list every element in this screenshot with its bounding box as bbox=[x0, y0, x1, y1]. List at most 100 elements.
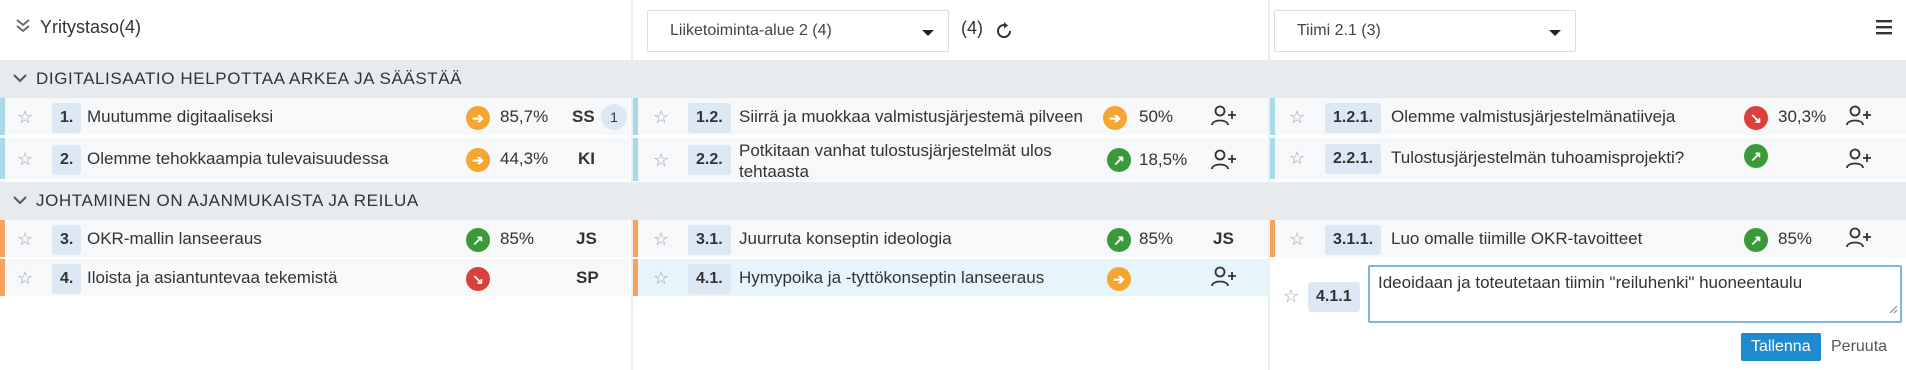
add-user-icon[interactable] bbox=[1211, 148, 1237, 177]
arrow-right-icon: ➔ bbox=[466, 106, 490, 130]
group-title: DIGITALISAATIO HELPOTTAA ARKEA JA SÄÄSTÄ… bbox=[36, 69, 463, 88]
star-outline-icon[interactable]: ☆ bbox=[1289, 107, 1305, 128]
row-accent bbox=[0, 98, 5, 135]
objective-row[interactable]: ☆ 1. Muutumme digitaaliseksi ➔ 85,7% SS … bbox=[0, 98, 629, 136]
add-user-icon[interactable] bbox=[1846, 104, 1872, 133]
star-outline-icon[interactable]: ☆ bbox=[1289, 229, 1305, 250]
company-level-header: Yritystaso(4) bbox=[0, 0, 631, 60]
objective-number: 4. bbox=[52, 264, 82, 294]
star-outline-icon[interactable]: ☆ bbox=[1289, 148, 1305, 169]
progress-percent: 50% bbox=[1139, 107, 1174, 126]
count-badge: 1 bbox=[601, 104, 627, 130]
objective-label[interactable]: Luo omalle tiimille OKR-tavoitteet bbox=[1391, 229, 1642, 249]
row-accent bbox=[1270, 138, 1275, 179]
star-outline-icon[interactable]: ☆ bbox=[653, 229, 669, 250]
objective-row[interactable]: ☆ 3.1. Juurruta konseptin ideologia ↗ 85… bbox=[633, 220, 1268, 258]
objective-label[interactable]: Muutumme digitaaliseksi bbox=[87, 107, 273, 127]
row-accent bbox=[0, 259, 5, 296]
objective-number: 1. bbox=[52, 103, 82, 133]
company-level-title[interactable]: Yritystaso(4) bbox=[14, 16, 141, 39]
arrow-up-right-icon: ↗ bbox=[1107, 228, 1131, 252]
chevron-down-icon[interactable] bbox=[12, 69, 28, 89]
arrow-right-icon: ➔ bbox=[1103, 106, 1127, 130]
row-accent bbox=[633, 98, 638, 135]
objective-label[interactable]: Olemme tehokkaampia tulevaisuudessa bbox=[87, 149, 388, 169]
progress-percent: 85,7% bbox=[500, 107, 549, 126]
objective-label[interactable]: Siirrä ja muokkaa valmistusjärjestemä pi… bbox=[739, 107, 1083, 127]
objective-row[interactable]: ☆ 2. Olemme tehokkaampia tulevaisuudessa… bbox=[0, 138, 629, 180]
objective-number: 2. bbox=[52, 145, 82, 175]
chevron-down-icon[interactable] bbox=[12, 191, 28, 211]
resize-handle-icon[interactable] bbox=[1888, 299, 1898, 319]
star-outline-icon[interactable]: ☆ bbox=[17, 107, 33, 128]
company-level-label: Yritystaso(4) bbox=[40, 17, 142, 37]
objective-label[interactable]: OKR-mallin lanseeraus bbox=[87, 229, 262, 249]
progress-percent: 85% bbox=[500, 229, 535, 248]
objective-number: 2.2.1. bbox=[1325, 144, 1382, 174]
star-outline-icon[interactable]: ☆ bbox=[17, 149, 33, 170]
progress-percent: 85% bbox=[1139, 229, 1174, 248]
add-user-icon[interactable] bbox=[1211, 104, 1237, 133]
refresh-icon[interactable] bbox=[993, 20, 1015, 47]
objective-number: 3.1.1. bbox=[1325, 225, 1382, 255]
objective-label[interactable]: Olemme valmistusjärjestelmänatiiveja bbox=[1391, 107, 1675, 127]
objective-group-header[interactable]: JOHTAMINEN ON AJANMUKAISTA JA REILUA bbox=[0, 182, 1906, 220]
add-user-icon[interactable] bbox=[1211, 265, 1237, 294]
business-area-count: (4) bbox=[961, 18, 983, 38]
objective-row[interactable]: ☆ 2.2.1. Tulostusjärjestelmän tuhoamispr… bbox=[1270, 138, 1906, 180]
objective-row[interactable]: ☆ 4.1. Hymypoika ja -tyttökonseptin lans… bbox=[633, 259, 1268, 297]
objective-row[interactable]: ☆ 1.2. Siirrä ja muokkaa valmistusjärjes… bbox=[633, 98, 1268, 136]
star-outline-icon[interactable]: ☆ bbox=[1283, 286, 1299, 307]
row-accent bbox=[633, 220, 638, 257]
arrow-up-right-icon: ↗ bbox=[1744, 228, 1768, 252]
row-accent bbox=[1270, 220, 1275, 257]
arrow-right-icon: ➔ bbox=[1107, 267, 1131, 291]
hamburger-menu-icon[interactable] bbox=[1874, 18, 1894, 41]
star-outline-icon[interactable]: ☆ bbox=[653, 150, 669, 171]
progress-percent: 85% bbox=[1778, 229, 1813, 248]
row-accent bbox=[1270, 98, 1275, 135]
star-outline-icon[interactable]: ☆ bbox=[17, 268, 33, 289]
arrow-right-icon: ➔ bbox=[466, 148, 490, 172]
row-accent bbox=[0, 138, 5, 179]
business-area-select[interactable]: Liiketoiminta-alue 2 (4) bbox=[647, 10, 949, 52]
objective-label[interactable]: Hymypoika ja -tyttökonseptin lanseeraus bbox=[739, 268, 1044, 288]
objective-label[interactable]: Tulostusjärjestelmän tuhoamisprojekti? bbox=[1391, 148, 1684, 168]
row-accent bbox=[633, 259, 638, 296]
arrow-down-right-icon: ↘ bbox=[466, 267, 490, 291]
save-button[interactable]: Tallenna bbox=[1741, 333, 1821, 361]
star-outline-icon[interactable]: ☆ bbox=[17, 229, 33, 250]
owner-initials: SS bbox=[572, 107, 595, 126]
team-select[interactable]: Tiimi 2.1 (3) bbox=[1274, 10, 1576, 52]
new-objective-text: Ideoidaan ja toteutetaan tiimin "reiluhe… bbox=[1378, 273, 1803, 292]
team-select-value: Tiimi 2.1 (3) bbox=[1297, 22, 1381, 39]
arrow-down-right-icon: ↘ bbox=[1744, 106, 1768, 130]
row-accent bbox=[633, 138, 638, 181]
arrow-up-right-icon: ↗ bbox=[466, 228, 490, 252]
objective-number: 1.2.1. bbox=[1325, 103, 1382, 133]
owner-initials: JS bbox=[576, 229, 597, 248]
objective-label[interactable]: Potkitaan vanhat tulostusjärjestelmät ul… bbox=[739, 140, 1079, 182]
objective-number: 1.2. bbox=[688, 103, 731, 133]
objective-row[interactable]: ☆ 4. Iloista ja asiantuntevaa tekemistä … bbox=[0, 259, 629, 297]
progress-percent: 44,3% bbox=[500, 149, 549, 168]
star-outline-icon[interactable]: ☆ bbox=[653, 107, 669, 128]
objective-number: 4.1. bbox=[688, 264, 731, 294]
add-user-icon[interactable] bbox=[1846, 147, 1872, 176]
new-objective-number: 4.1.1 bbox=[1308, 282, 1360, 312]
objective-row[interactable]: ☆ 1.2.1. Olemme valmistusjärjestelmänati… bbox=[1270, 98, 1906, 136]
objective-row[interactable]: ☆ 2.2. Potkitaan vanhat tulostusjärjeste… bbox=[633, 138, 1268, 182]
add-user-icon[interactable] bbox=[1846, 226, 1872, 255]
objective-group-header[interactable]: DIGITALISAATIO HELPOTTAA ARKEA JA SÄÄSTÄ… bbox=[0, 60, 1906, 98]
new-objective-textarea[interactable]: Ideoidaan ja toteutetaan tiimin "reiluhe… bbox=[1368, 265, 1902, 323]
star-outline-icon[interactable]: ☆ bbox=[653, 268, 669, 289]
objective-label[interactable]: Iloista ja asiantuntevaa tekemistä bbox=[87, 268, 337, 288]
owner-initials: KI bbox=[578, 149, 595, 168]
chevrons-down-icon[interactable] bbox=[14, 16, 32, 39]
cancel-button[interactable]: Peruuta bbox=[1831, 338, 1887, 356]
objective-row[interactable]: ☆ 3. OKR-mallin lanseeraus ↗ 85% JS bbox=[0, 220, 629, 258]
objective-row[interactable]: ☆ 3.1.1. Luo omalle tiimille OKR-tavoitt… bbox=[1270, 220, 1906, 258]
team-header: Tiimi 2.1 (3) bbox=[1270, 0, 1906, 60]
objective-label[interactable]: Juurruta konseptin ideologia bbox=[739, 229, 952, 249]
group-title: JOHTAMINEN ON AJANMUKAISTA JA REILUA bbox=[36, 191, 419, 210]
